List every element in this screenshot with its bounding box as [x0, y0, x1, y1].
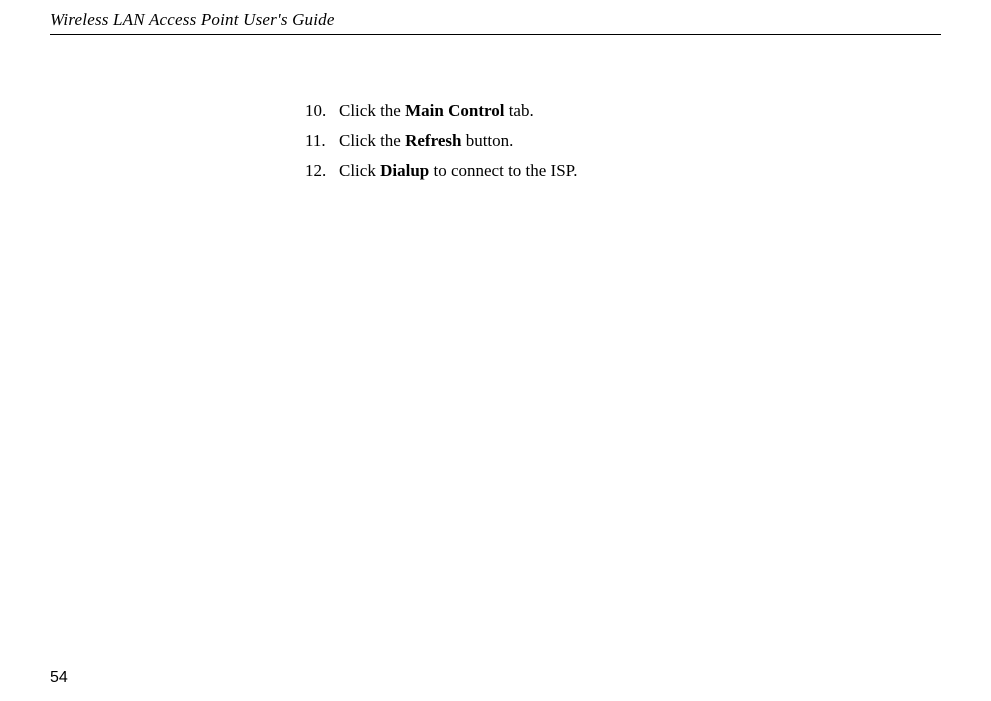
step-10: 10. Click the Main Control tab. [305, 97, 991, 124]
step-prefix: Click the [339, 101, 405, 120]
step-bold: Refresh [405, 131, 461, 150]
step-suffix: to connect to the ISP. [429, 161, 577, 180]
step-number: 10. [305, 97, 339, 124]
step-suffix: tab. [504, 101, 533, 120]
step-number: 11. [305, 127, 339, 154]
step-12: 12. Click Dialup to connect to the ISP. [305, 157, 991, 184]
page-number: 54 [50, 669, 68, 687]
step-number: 12. [305, 157, 339, 184]
page-header: Wireless LAN Access Point User's Guide [0, 0, 991, 35]
step-prefix: Click the [339, 131, 405, 150]
step-prefix: Click [339, 161, 380, 180]
step-text: Click the Main Control tab. [339, 97, 991, 124]
step-bold: Main Control [405, 101, 504, 120]
step-text: Click the Refresh button. [339, 127, 991, 154]
header-title: Wireless LAN Access Point User's Guide [50, 10, 941, 30]
content-area: 10. Click the Main Control tab. 11. Clic… [0, 35, 991, 185]
step-bold: Dialup [380, 161, 429, 180]
step-text: Click Dialup to connect to the ISP. [339, 157, 991, 184]
step-suffix: button. [461, 131, 513, 150]
step-11: 11. Click the Refresh button. [305, 127, 991, 154]
